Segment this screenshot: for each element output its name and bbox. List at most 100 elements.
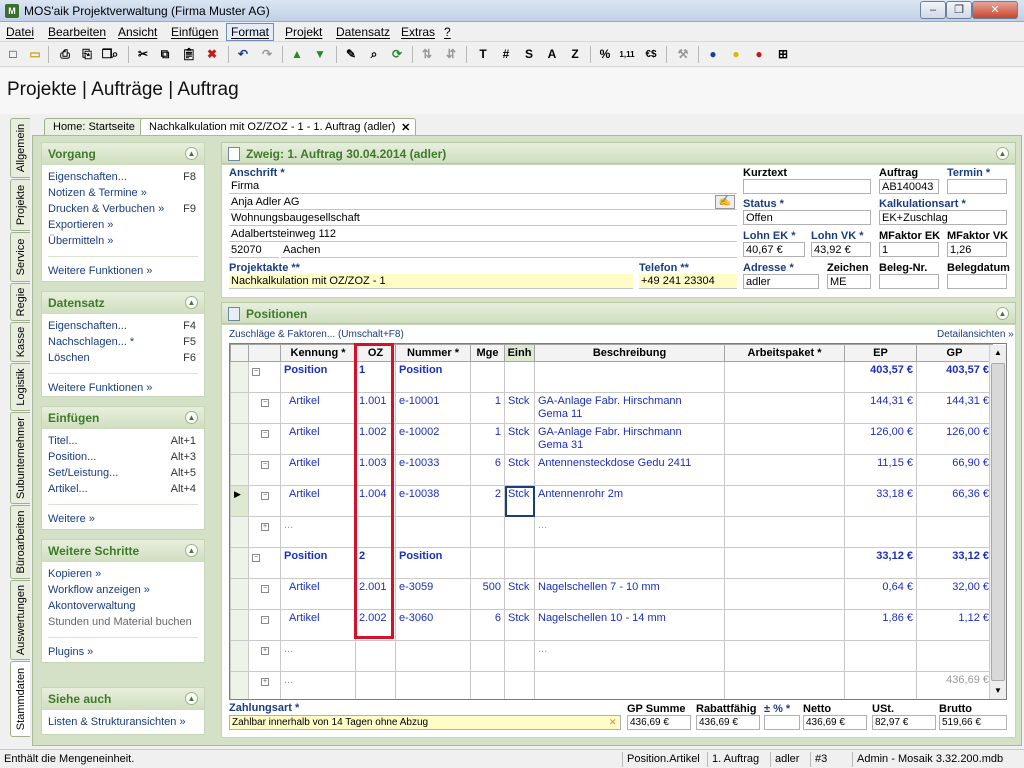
cell-gp[interactable]: 32,00 € xyxy=(916,578,993,610)
cell-kennung[interactable]: ... xyxy=(280,640,356,672)
zuschlaege-link[interactable]: Zuschläge & Faktoren... (Umschalt+F8) xyxy=(229,329,404,340)
datensatz-eigenschaften[interactable]: Eigenschaften... F4 xyxy=(42,319,204,335)
vorgang-notizen[interactable]: Notizen & Termine » xyxy=(42,186,204,202)
tree-toggle[interactable]: + xyxy=(248,516,281,548)
cell-ep[interactable]: 11,15 € xyxy=(844,454,917,486)
schritte-kopieren[interactable]: Kopieren » xyxy=(42,567,204,583)
cell-einh[interactable]: Stck xyxy=(504,454,535,486)
scrollbar-thumb[interactable] xyxy=(991,363,1005,681)
datensatz-nachschlagen[interactable]: Nachschlagen... * F5 xyxy=(42,335,204,351)
cell-einh[interactable]: Stck xyxy=(504,578,535,610)
cell-kennung[interactable]: Artikel xyxy=(280,578,356,610)
zeichen-field[interactable]: ME xyxy=(827,274,871,289)
detailansichten-link[interactable]: Detailansichten » xyxy=(937,329,1014,340)
cell-arbeitspaket[interactable] xyxy=(724,392,845,424)
schritte-akonto[interactable]: Akontoverwaltung xyxy=(42,599,204,615)
format-text-icon[interactable]: T xyxy=(474,46,492,63)
add-row-icon[interactable]: + xyxy=(261,678,269,686)
cell-kennung[interactable]: Artikel xyxy=(280,485,356,517)
col-beschreibung[interactable]: Beschreibung xyxy=(534,344,725,362)
zahlungsart-field[interactable]: Zahlbar innerhalb von 14 Tagen ohne Abzu… xyxy=(229,715,621,730)
cell-gp[interactable]: 403,57 € xyxy=(916,361,993,393)
minimize-button[interactable]: – xyxy=(920,1,946,19)
tree-toggle[interactable]: + xyxy=(248,640,281,672)
cell-nummer[interactable]: e-10033 xyxy=(395,454,471,486)
cell-ep[interactable]: 33,18 € xyxy=(844,485,917,517)
sort-asc-icon[interactable]: ⇅ xyxy=(418,46,436,63)
tree-toggle[interactable]: − xyxy=(248,392,281,424)
cell-mge[interactable] xyxy=(470,361,505,393)
mfaktor-ek-field[interactable]: 1 xyxy=(879,242,939,257)
collapse-node-icon[interactable]: − xyxy=(261,585,269,593)
cell-kennung[interactable]: Artikel xyxy=(280,609,356,641)
empty-row[interactable]: +...... xyxy=(230,640,993,672)
collapse-icon[interactable]: ▲ xyxy=(185,411,198,424)
scroll-down-icon[interactable]: ▼ xyxy=(990,683,1006,699)
cell-einh[interactable]: Stck xyxy=(504,485,535,517)
adresse-field[interactable]: adler xyxy=(743,274,819,289)
user-red-icon[interactable]: ● xyxy=(750,46,768,63)
refresh-icon[interactable]: ⟳ xyxy=(388,46,406,63)
cell-nummer[interactable]: Position xyxy=(395,361,471,393)
open-icon[interactable]: ▭ xyxy=(26,46,44,63)
cell-arbeitspaket[interactable] xyxy=(724,640,845,672)
signature-icon[interactable]: ✍ xyxy=(715,195,735,209)
cell-ep[interactable] xyxy=(844,671,917,699)
cell-nummer[interactable]: e-10038 xyxy=(395,485,471,517)
cell-beschreibung[interactable]: Nagelschellen 10 - 14 mm xyxy=(534,609,725,641)
menu-bearbeiten[interactable]: Bearbeiten xyxy=(48,25,106,39)
collapse-icon[interactable]: ▲ xyxy=(185,544,198,557)
cell-gp[interactable]: 126,00 € xyxy=(916,423,993,455)
cell-einh[interactable] xyxy=(504,547,535,579)
redo-icon[interactable]: ↷ xyxy=(258,46,276,63)
format-s-icon[interactable]: S xyxy=(520,46,538,63)
collapse-node-icon[interactable]: − xyxy=(261,430,269,438)
cell-nummer[interactable]: e-10002 xyxy=(395,423,471,455)
menu-datensatz[interactable]: Datensatz xyxy=(336,25,390,39)
article-row[interactable]: − Artikel 2.001 e-3059 500 Stck Nagelschellen … xyxy=(230,578,993,610)
cut-icon[interactable]: ✂ xyxy=(134,46,152,63)
cell-gp[interactable]: 66,90 € xyxy=(916,454,993,486)
tree-toggle[interactable]: − xyxy=(248,609,281,641)
copy-icon[interactable]: ⧉ xyxy=(156,46,174,63)
prozent-field[interactable] xyxy=(764,715,800,730)
einfuegen-position[interactable]: Position... Alt+3 xyxy=(42,450,204,466)
cell-beschreibung[interactable]: GA-Anlage Fabr. Hirschmann Gema 11 xyxy=(534,392,725,424)
cell-mge[interactable]: 500 xyxy=(470,578,505,610)
vorgang-drucken[interactable]: Drucken & Verbuchen » F9 xyxy=(42,202,204,218)
cell-einh[interactable]: Stck xyxy=(504,392,535,424)
tree-toggle[interactable]: − xyxy=(248,361,281,393)
cell-nummer[interactable] xyxy=(395,640,471,672)
cell-mge[interactable]: 2 xyxy=(470,485,505,517)
cell-nummer[interactable]: e-3060 xyxy=(395,609,471,641)
menu-extras[interactable]: Extras xyxy=(401,25,435,39)
collapse-node-icon[interactable]: − xyxy=(261,461,269,469)
menu-help[interactable]: ? xyxy=(444,25,451,39)
cell-mge[interactable]: 6 xyxy=(470,454,505,486)
format-a-icon[interactable]: A xyxy=(543,46,561,63)
mfaktor-vk-field[interactable]: 1,26 xyxy=(947,242,1007,257)
kurztext-field[interactable] xyxy=(743,179,871,194)
cell-kennung[interactable]: Position xyxy=(280,361,356,393)
schritte-workflow[interactable]: Workflow anzeigen » xyxy=(42,583,204,599)
einfuegen-weitere[interactable]: Weitere » xyxy=(42,512,204,528)
print-preview-icon[interactable]: ⎘ xyxy=(78,46,96,63)
format-number-icon[interactable]: # xyxy=(497,46,515,63)
siehe-listen[interactable]: Listen & Strukturansichten » xyxy=(42,715,204,731)
cell-nummer[interactable]: e-10001 xyxy=(395,392,471,424)
cell-arbeitspaket[interactable] xyxy=(724,578,845,610)
anschrift-line-1[interactable]: Firma xyxy=(229,179,737,194)
collapse-icon[interactable]: ▲ xyxy=(996,307,1009,320)
menu-ansicht[interactable]: Ansicht xyxy=(118,25,157,39)
cell-mge[interactable] xyxy=(470,547,505,579)
cell-kennung[interactable]: Artikel xyxy=(280,392,356,424)
cell-mge[interactable]: 1 xyxy=(470,423,505,455)
empty-row[interactable]: +... 436,69 € xyxy=(230,671,993,699)
arrow-down-icon[interactable]: ▼ xyxy=(311,46,329,63)
cell-ep[interactable]: 403,57 € xyxy=(844,361,917,393)
vtab-subunternehmer[interactable]: Subunternehmer xyxy=(10,412,30,504)
collapse-icon[interactable]: ▲ xyxy=(996,147,1009,160)
cell-nummer[interactable] xyxy=(395,671,471,699)
tree-toggle[interactable]: + xyxy=(248,671,281,699)
projektakte-field[interactable]: Nachkalkulation mit OZ/ZOZ - 1 xyxy=(229,274,633,289)
